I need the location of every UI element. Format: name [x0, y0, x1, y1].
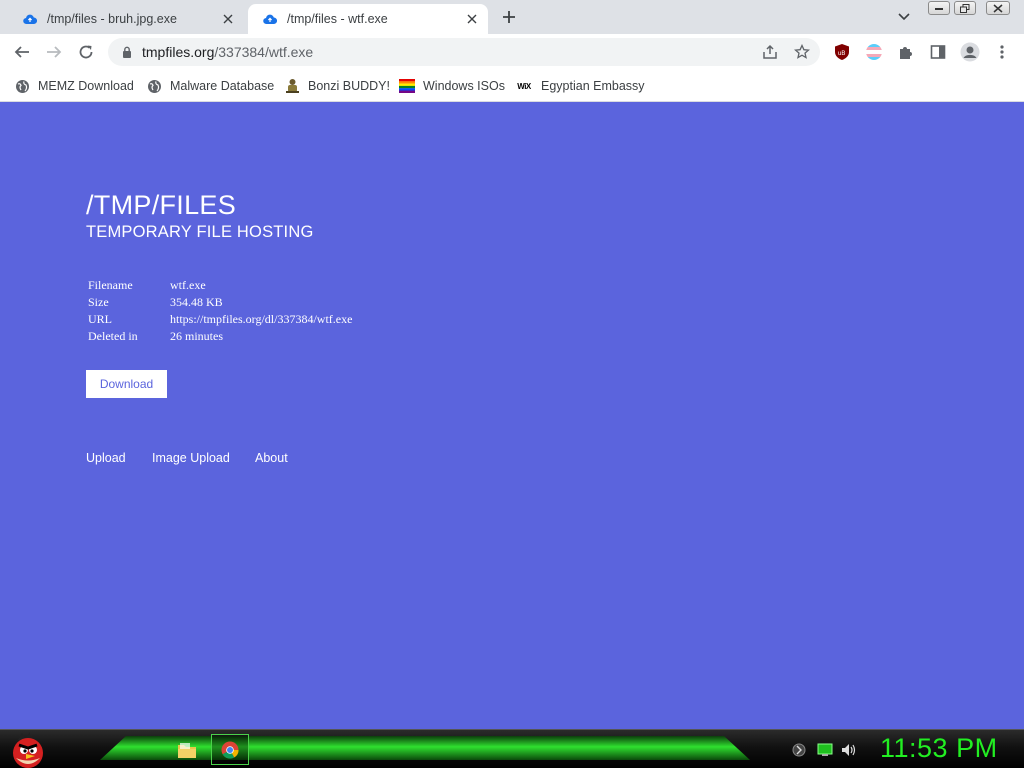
restore-icon	[960, 3, 970, 13]
download-button[interactable]: Download	[86, 370, 167, 398]
back-button[interactable]	[10, 40, 34, 64]
bookmark-label: MEMZ Download	[38, 79, 134, 93]
file-info-value: 354.48 KB	[170, 295, 223, 309]
puzzle-icon[interactable]	[894, 40, 918, 64]
new-tab-button[interactable]	[498, 6, 520, 28]
start-button[interactable]	[8, 730, 48, 768]
page-title: /TMP/FILES	[86, 190, 237, 220]
image-upload-link[interactable]: Image Upload	[152, 451, 230, 465]
angry-bird-icon	[13, 732, 43, 768]
page-subtitle: TEMPORARY FILE HOSTING	[86, 223, 314, 241]
page-content: /TMP/FILES TEMPORARY FILE HOSTING Filena…	[0, 102, 1024, 729]
table-row: Filename wtf.exe	[86, 277, 354, 294]
bookmark-label: Bonzi BUDDY!	[308, 79, 390, 93]
browser-toolbar: tmpfiles.org/337384/wtf.exe uB	[0, 34, 1024, 70]
star-icon[interactable]	[792, 42, 812, 62]
url-path: /337384/wtf.exe	[214, 44, 314, 60]
network-icon[interactable]	[817, 742, 833, 758]
arrow-right-icon	[47, 46, 62, 58]
chrome-icon	[221, 741, 239, 759]
bookmark-label: Windows ISOs	[423, 79, 505, 93]
wix-icon: WiX	[517, 81, 531, 91]
tab-search-button[interactable]	[894, 7, 914, 27]
chevron-down-icon	[898, 13, 910, 21]
bookmark-label: Malware Database	[170, 79, 275, 93]
reload-icon	[79, 45, 93, 59]
close-window-button[interactable]	[986, 1, 1010, 15]
bookmark-label: Egyptian Embassy	[541, 79, 645, 93]
close-icon	[993, 3, 1003, 13]
bookmark-egyptian-embassy[interactable]: WiX Egyptian Embassy	[515, 76, 645, 96]
tab-title: /tmp/files - wtf.exe	[287, 12, 388, 26]
forward-button[interactable]	[42, 40, 66, 64]
reload-button[interactable]	[74, 40, 98, 64]
table-row: URL https://tmpfiles.org/dl/337384/wtf.e…	[86, 311, 354, 328]
table-row: Size 354.48 KB	[86, 294, 354, 311]
bookmarks-bar: MEMZ Download Malware Database Bonzi BUD…	[0, 70, 1024, 102]
restore-button[interactable]	[954, 1, 976, 15]
tab-strip: /tmp/files - bruh.jpg.exe /tmp/files - w…	[0, 0, 1024, 34]
url-text[interactable]: tmpfiles.org/337384/wtf.exe	[142, 44, 313, 60]
file-info-key: URL	[88, 312, 112, 326]
file-info-value: wtf.exe	[170, 278, 206, 292]
file-info-key: Size	[88, 295, 109, 309]
file-explorer-task[interactable]	[168, 734, 206, 765]
bookmark-bonzi-buddy[interactable]: Bonzi BUDDY!	[284, 76, 390, 96]
lock-icon[interactable]	[120, 45, 134, 59]
folder-icon	[178, 742, 196, 758]
chrome-task[interactable]	[211, 734, 249, 765]
tab-bruh-jpg-exe[interactable]: /tmp/files - bruh.jpg.exe	[8, 4, 244, 34]
bookmark-memz-download[interactable]: MEMZ Download	[14, 76, 134, 96]
globe-icon	[146, 78, 162, 94]
arrow-left-icon	[14, 46, 29, 58]
ublock-extension-icon[interactable]: uB	[830, 40, 854, 64]
upload-link[interactable]: Upload	[86, 451, 126, 465]
tab-title: /tmp/files - bruh.jpg.exe	[47, 12, 177, 26]
address-bar[interactable]: tmpfiles.org/337384/wtf.exe	[108, 38, 820, 66]
plus-icon	[503, 11, 515, 23]
share-icon[interactable]	[760, 42, 780, 62]
cloud-upload-icon	[22, 11, 38, 27]
taskbar: 11:53 PM	[0, 729, 1024, 768]
file-info-value: 26 minutes	[170, 329, 223, 343]
tab-wtf-exe[interactable]: /tmp/files - wtf.exe	[248, 4, 488, 34]
taskbar-clock[interactable]: 11:53 PM	[880, 733, 998, 764]
minimize-button[interactable]	[928, 1, 950, 15]
cloud-upload-icon	[262, 11, 278, 27]
side-panel-icon[interactable]	[926, 40, 950, 64]
file-info-key: Filename	[88, 278, 133, 292]
close-icon[interactable]	[218, 9, 238, 29]
system-tray-icon[interactable]	[791, 742, 807, 758]
file-info-value: https://tmpfiles.org/dl/337384/wtf.exe	[170, 312, 353, 326]
rainbow-flag-icon	[399, 78, 415, 94]
file-info-key: Deleted in	[88, 329, 138, 343]
volume-icon[interactable]	[841, 742, 857, 758]
bookmark-windows-isos[interactable]: Windows ISOs	[399, 76, 505, 96]
url-domain: tmpfiles.org	[142, 44, 215, 60]
file-info-table: Filename wtf.exe Size 354.48 KB URL http…	[86, 277, 354, 345]
bonzi-icon	[284, 78, 300, 94]
profile-avatar-icon[interactable]	[958, 40, 982, 64]
trans-flag-extension-icon[interactable]	[862, 40, 886, 64]
globe-icon	[14, 78, 30, 94]
svg-text:uB: uB	[838, 51, 845, 57]
about-link[interactable]: About	[255, 451, 288, 465]
close-icon[interactable]	[462, 9, 482, 29]
table-row: Deleted in 26 minutes	[86, 328, 354, 345]
minimize-icon	[935, 8, 943, 10]
kebab-menu-icon[interactable]	[990, 40, 1014, 64]
bookmark-malware-database[interactable]: Malware Database	[146, 76, 274, 96]
